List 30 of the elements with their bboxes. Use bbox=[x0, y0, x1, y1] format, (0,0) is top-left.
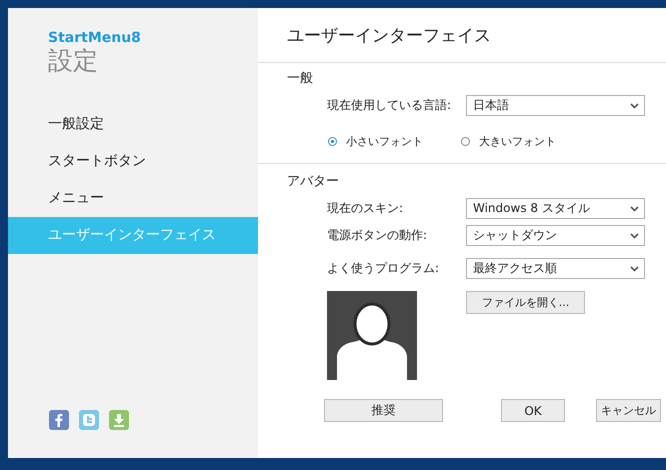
sidebar-item[interactable]: スタートボタン bbox=[8, 143, 258, 180]
app-title: 設定 bbox=[48, 46, 98, 76]
field-label: よく使うプログラム: bbox=[327, 260, 440, 277]
caret-icon[interactable] bbox=[630, 232, 639, 238]
field-label: 電源ボタンの動作: bbox=[327, 227, 428, 244]
caret-icon[interactable] bbox=[630, 206, 639, 212]
dropdown[interactable]: シャットダウン bbox=[466, 225, 645, 246]
panel-title: ユーザーインターフェイス bbox=[287, 24, 491, 46]
radio-label[interactable]: 小さいフォント bbox=[346, 134, 423, 149]
radio-label[interactable]: 大きいフォント bbox=[479, 134, 556, 149]
section-heading: アバター bbox=[287, 173, 340, 191]
app-brand: StartMenu8 bbox=[48, 30, 141, 46]
radio-button[interactable] bbox=[461, 137, 470, 146]
sidebar-item[interactable]: 一般設定 bbox=[8, 106, 258, 143]
dropdown[interactable]: 最終アクセス順 bbox=[466, 258, 645, 279]
dialog-button[interactable]: OK bbox=[501, 399, 565, 422]
dropdown[interactable]: 日本語 bbox=[466, 95, 645, 116]
dialog-button[interactable]: 推奨 bbox=[324, 399, 443, 422]
facebook-icon[interactable] bbox=[49, 410, 69, 430]
sidebar-item[interactable]: メニュー bbox=[8, 180, 258, 217]
caret-icon[interactable] bbox=[630, 266, 639, 272]
open-file-button[interactable]: ファイルを開く... bbox=[466, 291, 585, 314]
section-heading: 一般 bbox=[287, 70, 314, 88]
avatar-icon bbox=[327, 291, 417, 380]
radio-button[interactable] bbox=[328, 137, 337, 146]
field-label: 現在使用している言語: bbox=[327, 97, 452, 114]
caret-icon[interactable] bbox=[630, 102, 639, 108]
field-label: 現在のスキン: bbox=[327, 200, 404, 217]
dialog-button[interactable]: キャンセル bbox=[596, 399, 661, 422]
dropdown[interactable]: Windows 8 スタイル bbox=[466, 198, 645, 219]
